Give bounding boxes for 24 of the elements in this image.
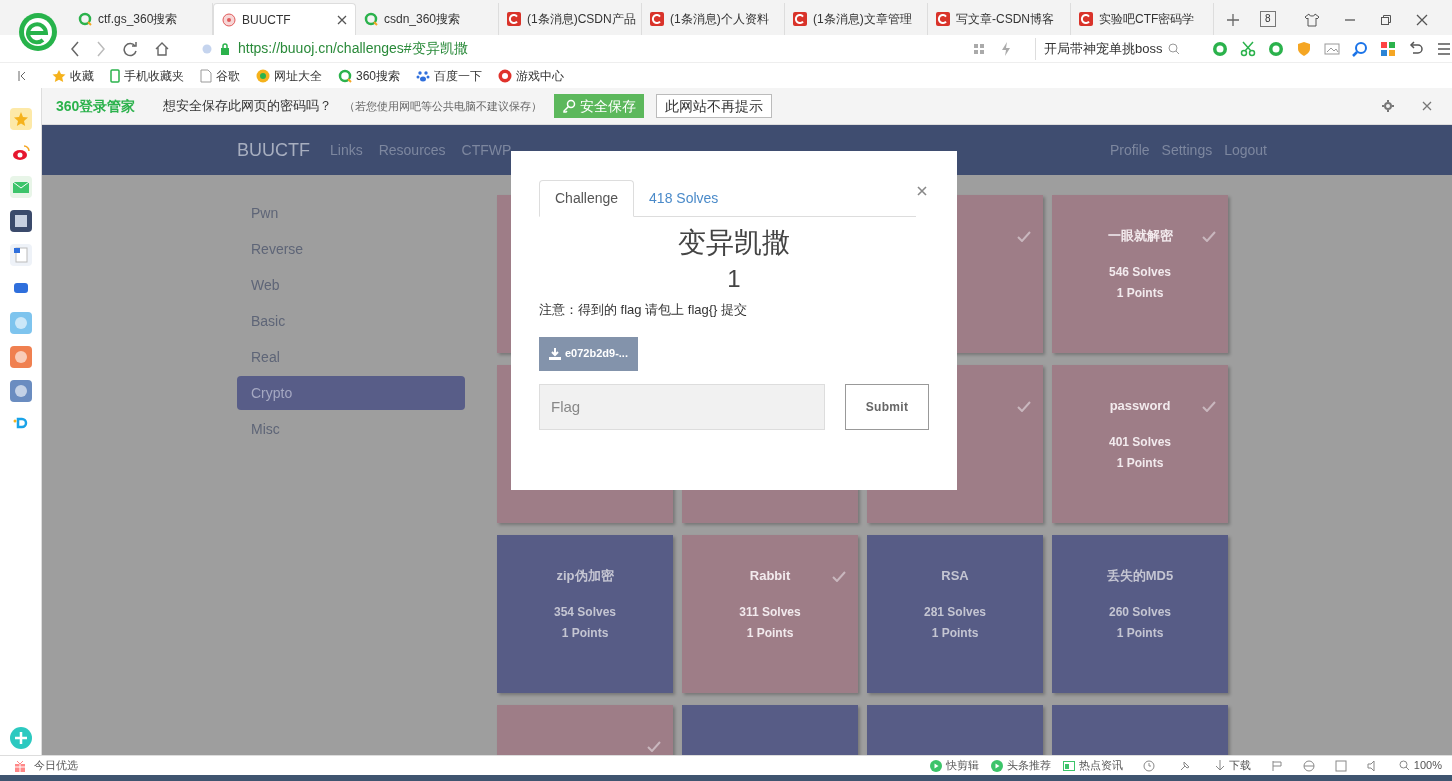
challenge-title: RSA: [941, 567, 969, 586]
note-text: （若您使用网吧等公共电脑不建议保存）: [344, 98, 543, 114]
brand-label: 360登录管家: [56, 96, 136, 116]
solves-count: 546 Solves: [1108, 263, 1171, 281]
points-value: 1 Points: [746, 624, 794, 642]
challenge-title: zip伪加密: [556, 567, 614, 586]
challenge-points: 1: [726, 264, 742, 294]
solves-count: 260 Solves: [1108, 603, 1171, 621]
points-value: 1 Points: [561, 624, 609, 642]
challenge-description: 注意：得到的 flag 请包上 flag{} 提交: [539, 301, 749, 319]
points-value: 1 Points: [1116, 454, 1164, 472]
solves-count: 354 Solves: [553, 603, 616, 621]
points-value: 1 Points: [931, 624, 979, 642]
solves-count: 311 Solves: [739, 603, 801, 621]
challenge-title: 丢失的MD5: [1106, 567, 1174, 586]
challenge-title: Rabbit: [749, 567, 791, 586]
prompt-text: 想安全保存此网页的密码吗？: [163, 97, 333, 116]
challenge-title: 一眼就解密: [1107, 227, 1173, 246]
solves-count: 401 Solves: [1108, 433, 1171, 451]
points-value: 1 Points: [1116, 624, 1164, 642]
challenge-name: 变异凯撒: [677, 226, 791, 260]
challenge-title: password: [1109, 397, 1171, 416]
solves-count: 281 Solves: [923, 603, 986, 621]
points-value: 1 Points: [1116, 284, 1164, 302]
